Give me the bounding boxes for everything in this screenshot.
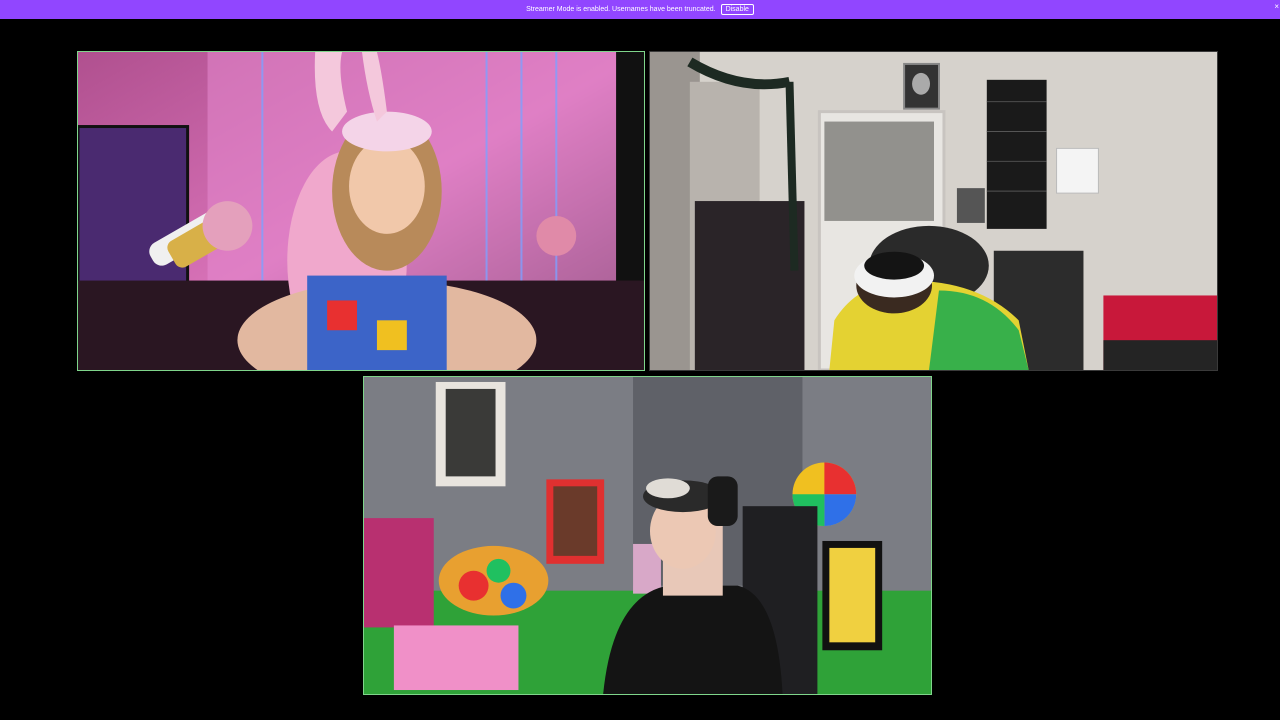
streamer-mode-banner: Streamer Mode is enabled. Usernames have… bbox=[0, 0, 1280, 19]
video-tile-1[interactable] bbox=[77, 51, 645, 371]
video-feed-1 bbox=[78, 52, 644, 370]
video-tile-2[interactable] bbox=[649, 51, 1218, 371]
streamer-mode-message: Streamer Mode is enabled. Usernames have… bbox=[526, 6, 716, 13]
video-tile-3[interactable] bbox=[363, 376, 932, 695]
close-icon[interactable]: × bbox=[1274, 2, 1279, 11]
disable-streamer-mode-button[interactable]: Disable bbox=[720, 4, 754, 15]
video-feed-2 bbox=[650, 52, 1217, 370]
video-feed-3 bbox=[364, 377, 931, 694]
